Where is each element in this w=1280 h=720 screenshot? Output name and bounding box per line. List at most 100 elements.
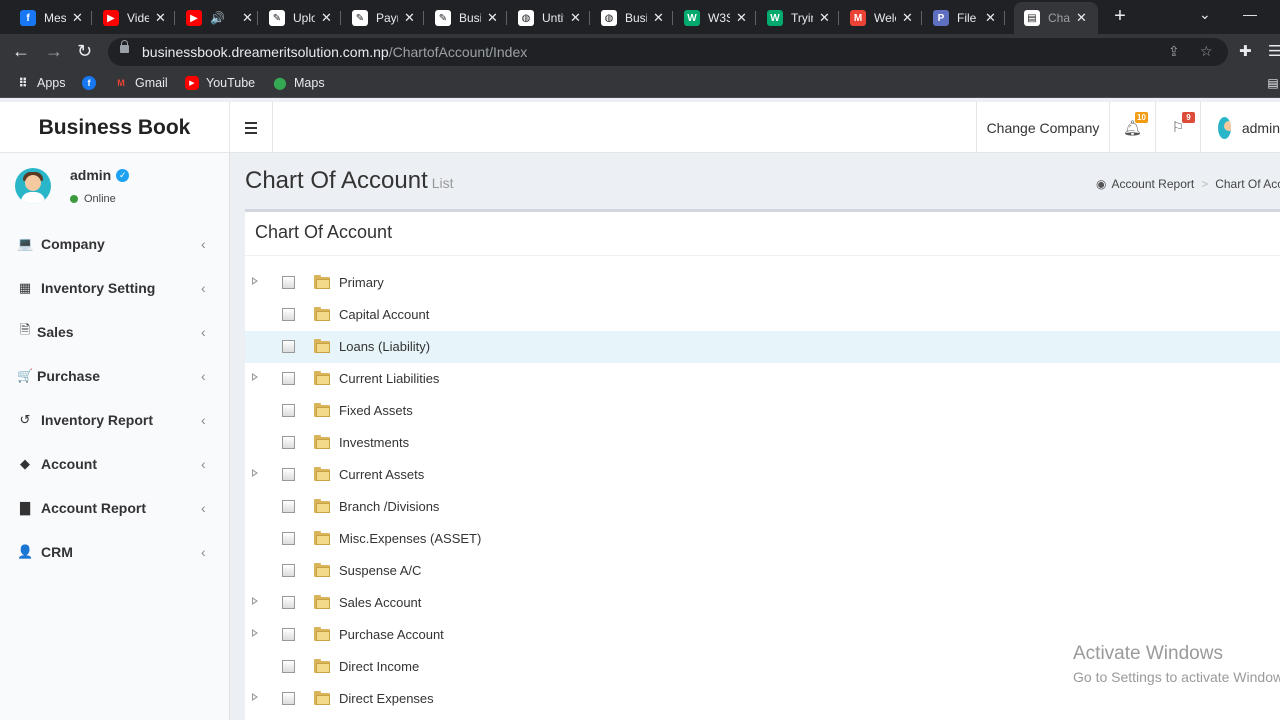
brand-logo[interactable]: Business Book [0,102,230,153]
tree-node-checkbox[interactable] [282,692,295,705]
browser-tab[interactable]: ▶ 🔊 ✕ [176,4,258,32]
back-button[interactable]: ← [12,41,30,61]
expand-arrow-icon[interactable] [252,277,258,285]
tree-node-label[interactable]: Primary [339,275,384,290]
tree-node[interactable]: Current Liabilities [245,363,1280,395]
browser-tab[interactable]: M Welcome ✕ [840,4,922,32]
tree-node[interactable]: Loans (Liability) [245,331,1280,363]
tree-node[interactable]: Suspense A/C [245,555,1280,587]
close-tab-icon[interactable]: ✕ [1076,10,1087,26]
tree-node[interactable]: Sales Account [245,587,1280,619]
tree-node[interactable]: Fixed Assets [245,395,1280,427]
sidebar-item-account-report[interactable]: ▇ Account Report ‹ [0,486,229,530]
tree-node-label[interactable]: Branch /Divisions [339,499,439,514]
tree-node-label[interactable]: Loans (Liability) [339,339,430,354]
close-tab-icon[interactable]: ✕ [819,10,830,26]
tree-node-label[interactable]: Current Liabilities [339,371,439,386]
tree-node-label[interactable]: Purchase Account [339,627,444,642]
flags-button[interactable]: ⚐ 9 [1155,102,1200,153]
close-tab-icon[interactable]: ✕ [570,10,581,26]
tree-node-label[interactable]: Fixed Assets [339,403,413,418]
close-tab-icon[interactable]: ✕ [72,10,83,26]
tree-node-checkbox[interactable] [282,628,295,641]
browser-tab[interactable]: W Trying ✕ [757,4,839,32]
bookmark-maps[interactable]: ⬤ Maps [273,76,324,90]
browser-tab[interactable]: ✎ Payment ✕ [342,4,424,32]
tree-node-checkbox[interactable] [282,436,295,449]
tree-node-checkbox[interactable] [282,340,295,353]
close-tab-icon[interactable]: ✕ [155,10,166,26]
tree-node-checkbox[interactable] [282,532,295,545]
browser-menu-icon[interactable]: ☰ [1268,42,1280,60]
browser-tab[interactable]: f Messenger ✕ [10,4,92,32]
expand-arrow-icon[interactable] [252,597,258,605]
tree-node-checkbox[interactable] [282,596,295,609]
tree-node-checkbox[interactable] [282,308,295,321]
tree-node-label[interactable]: Misc.Expenses (ASSET) [339,531,481,546]
tree-node-label[interactable]: Current Assets [339,467,424,482]
close-tab-icon[interactable]: ✕ [404,10,415,26]
tree-node-label[interactable]: Capital Account [339,307,429,322]
tree-node-checkbox[interactable] [282,404,295,417]
tree-node-checkbox[interactable] [282,276,295,289]
breadcrumb-item[interactable]: Account Report [1111,177,1194,191]
browser-tab[interactable]: ◍ Business ✕ [591,4,673,32]
url-text[interactable]: businessbook.dreameritsolution.com.np/Ch… [142,44,527,60]
bookmark-gmail[interactable]: M Gmail [114,76,167,90]
close-tab-icon[interactable]: ✕ [736,10,747,26]
tree-node[interactable]: Direct Expenses [245,683,1280,715]
forward-button[interactable]: → [45,41,63,61]
reload-button[interactable]: ↻ [77,41,92,61]
tree-node-checkbox[interactable] [282,564,295,577]
tree-node-checkbox[interactable] [282,372,295,385]
close-tab-icon[interactable]: ✕ [653,10,664,26]
browser-tab[interactable]: ▶ Video ✕ [93,4,175,32]
expand-arrow-icon[interactable] [252,373,258,381]
bookmark-youtube[interactable]: ▶ YouTube [185,76,255,90]
browser-tab[interactable]: W W3Schools ✕ [674,4,756,32]
tree-node-label[interactable]: Direct Income [339,659,419,674]
sidebar-item-crm[interactable]: 👤 CRM ‹ [0,530,229,574]
sidebar-item-company[interactable]: 💻 Company ‹ [0,222,229,266]
expand-arrow-icon[interactable] [252,629,258,637]
reading-list-icon[interactable]: ▤ [1266,76,1280,90]
tree-node[interactable]: Capital Account [245,299,1280,331]
browser-tab[interactable]: ▤ Chart Of Account ✕ [1014,2,1098,34]
tree-node[interactable]: Current Assets [245,459,1280,491]
sidebar-item-purchase[interactable]: 🛒 Purchase ‹ [0,354,229,398]
bookmark-apps[interactable]: ⠿ Apps [16,76,65,90]
lock-icon[interactable] [120,40,129,53]
close-tab-icon[interactable]: ✕ [242,10,253,26]
tree-node-label[interactable]: Sales Account [339,595,421,610]
tree-node-label[interactable]: Direct Expenses [339,691,434,706]
close-tab-icon[interactable]: ✕ [985,10,996,26]
tree-node[interactable]: Investments [245,427,1280,459]
browser-tab[interactable]: ◍ Untitled ✕ [508,4,590,32]
close-tab-icon[interactable]: ✕ [487,10,498,26]
audio-icon[interactable]: 🔊 [210,11,228,25]
notifications-button[interactable]: 🔔︎ 10 [1109,102,1155,153]
tree-node[interactable]: Primary [245,267,1280,299]
bookmark-star-icon[interactable]: ☆ [1200,43,1213,60]
tree-node-label[interactable]: Investments [339,435,409,450]
share-icon[interactable]: ⇪ [1168,43,1180,60]
sidebar-item-sales[interactable]: 🗎 Sales ‹ [0,310,229,354]
browser-tab[interactable]: ✎ Business ✕ [425,4,507,32]
browser-tab[interactable]: ✎ Upload ✕ [259,4,341,32]
sidebar-item-account[interactable]: ◆ Account ‹ [0,442,229,486]
tree-node-checkbox[interactable] [282,660,295,673]
minimize-button[interactable]: — [1243,6,1257,22]
tree-node[interactable]: Branch /Divisions [245,491,1280,523]
tree-node[interactable]: Misc.Expenses (ASSET) [245,523,1280,555]
extensions-icon[interactable]: ✚ [1239,42,1252,60]
bookmark-facebook[interactable]: f [82,76,103,90]
tree-node-checkbox[interactable] [282,468,295,481]
close-tab-icon[interactable]: ✕ [321,10,332,26]
tree-node-label[interactable]: Suspense A/C [339,563,421,578]
expand-arrow-icon[interactable] [252,469,258,477]
tree-node-checkbox[interactable] [282,500,295,513]
sidebar-item-inventory-setting[interactable]: ▦ Inventory Setting ‹ [0,266,229,310]
user-menu[interactable]: admin [1200,102,1280,153]
tab-search-icon[interactable]: ⌄ [1199,6,1211,23]
sidebar-item-inventory-report[interactable]: ↺ Inventory Report ‹ [0,398,229,442]
